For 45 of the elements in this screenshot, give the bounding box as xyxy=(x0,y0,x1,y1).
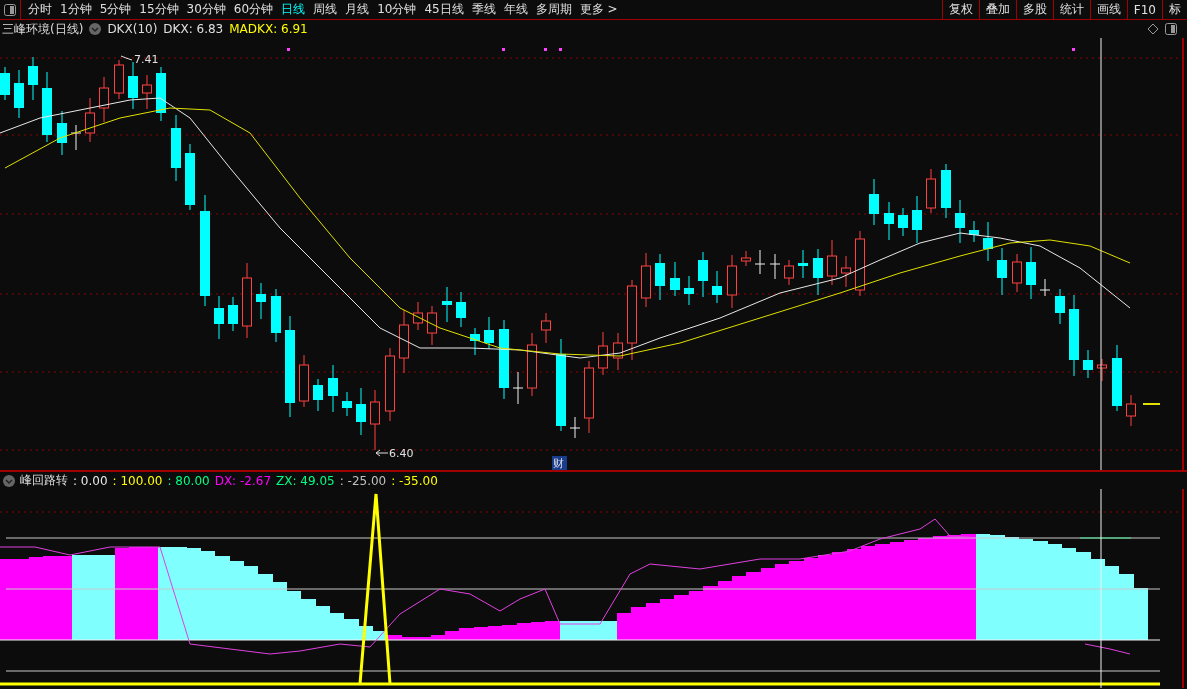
indicator-value: : 80.00 xyxy=(167,473,210,488)
period-tab[interactable]: 60分钟 xyxy=(229,1,278,18)
period-tab[interactable]: 1分钟 xyxy=(56,1,96,18)
toolbar-button[interactable]: 复权 xyxy=(941,0,979,19)
diamond-icon[interactable] xyxy=(1147,23,1159,35)
toolbar-button[interactable]: 标 xyxy=(1162,0,1187,19)
indicator-value: DKX: 6.83 xyxy=(163,22,224,36)
dropdown-icon[interactable] xyxy=(89,23,102,35)
indicator-name: 峰回路转 xyxy=(20,472,68,489)
toolbar-button[interactable]: 叠加 xyxy=(978,0,1016,19)
period-tab[interactable]: 月线 xyxy=(341,1,374,18)
indicator-value: : -25.00 xyxy=(339,473,387,488)
period-tab[interactable]: 年线 xyxy=(499,1,532,18)
period-tab[interactable]: 分时 xyxy=(24,1,56,18)
period-tab[interactable]: 10分钟 xyxy=(373,1,421,18)
period-tab[interactable]: 45日线 xyxy=(420,1,468,18)
period-tab[interactable]: 5分钟 xyxy=(95,1,136,18)
indicator-value: : 100.00 xyxy=(112,473,163,488)
low-price-label: 6.40 xyxy=(375,447,414,460)
price-marker xyxy=(1142,403,1161,405)
indicator-value: MADKX: 6.91 xyxy=(229,22,308,36)
period-tab[interactable]: 周线 xyxy=(309,1,342,18)
high-price-label: 7.41 xyxy=(120,53,159,66)
toolbar-button[interactable]: 多股 xyxy=(1015,0,1053,19)
period-tab[interactable]: 季线 xyxy=(467,1,500,18)
chart-title: 三峰环境(日线) xyxy=(2,20,84,38)
period-tab[interactable]: 15分钟 xyxy=(135,1,183,18)
period-tab[interactable]: 30分钟 xyxy=(182,1,230,18)
panel-icon[interactable] xyxy=(1165,23,1177,35)
indicator-value: : -35.00 xyxy=(391,473,438,488)
panel-icon xyxy=(4,3,16,16)
level-line xyxy=(1079,537,1132,539)
dropdown-icon[interactable] xyxy=(3,474,15,487)
indicator-line xyxy=(1084,643,1131,655)
toolbar-button[interactable]: 统计 xyxy=(1052,0,1090,19)
indicator-name: DKX(10) xyxy=(107,22,158,36)
financial-report-badge[interactable]: 财 xyxy=(552,456,567,470)
period-tab[interactable]: 多周期 xyxy=(531,1,576,18)
indicator-value: : 0.00 xyxy=(73,473,108,488)
indicator-value: DX: -2.67 xyxy=(214,473,272,488)
toolbar-button[interactable]: 画线 xyxy=(1089,0,1127,19)
period-tab[interactable]: 更多 > xyxy=(575,1,622,18)
toolbar-button[interactable]: F10 xyxy=(1126,0,1162,19)
period-tab[interactable]: 日线 xyxy=(277,1,310,18)
indicator-value: ZX: 49.05 xyxy=(276,473,335,488)
